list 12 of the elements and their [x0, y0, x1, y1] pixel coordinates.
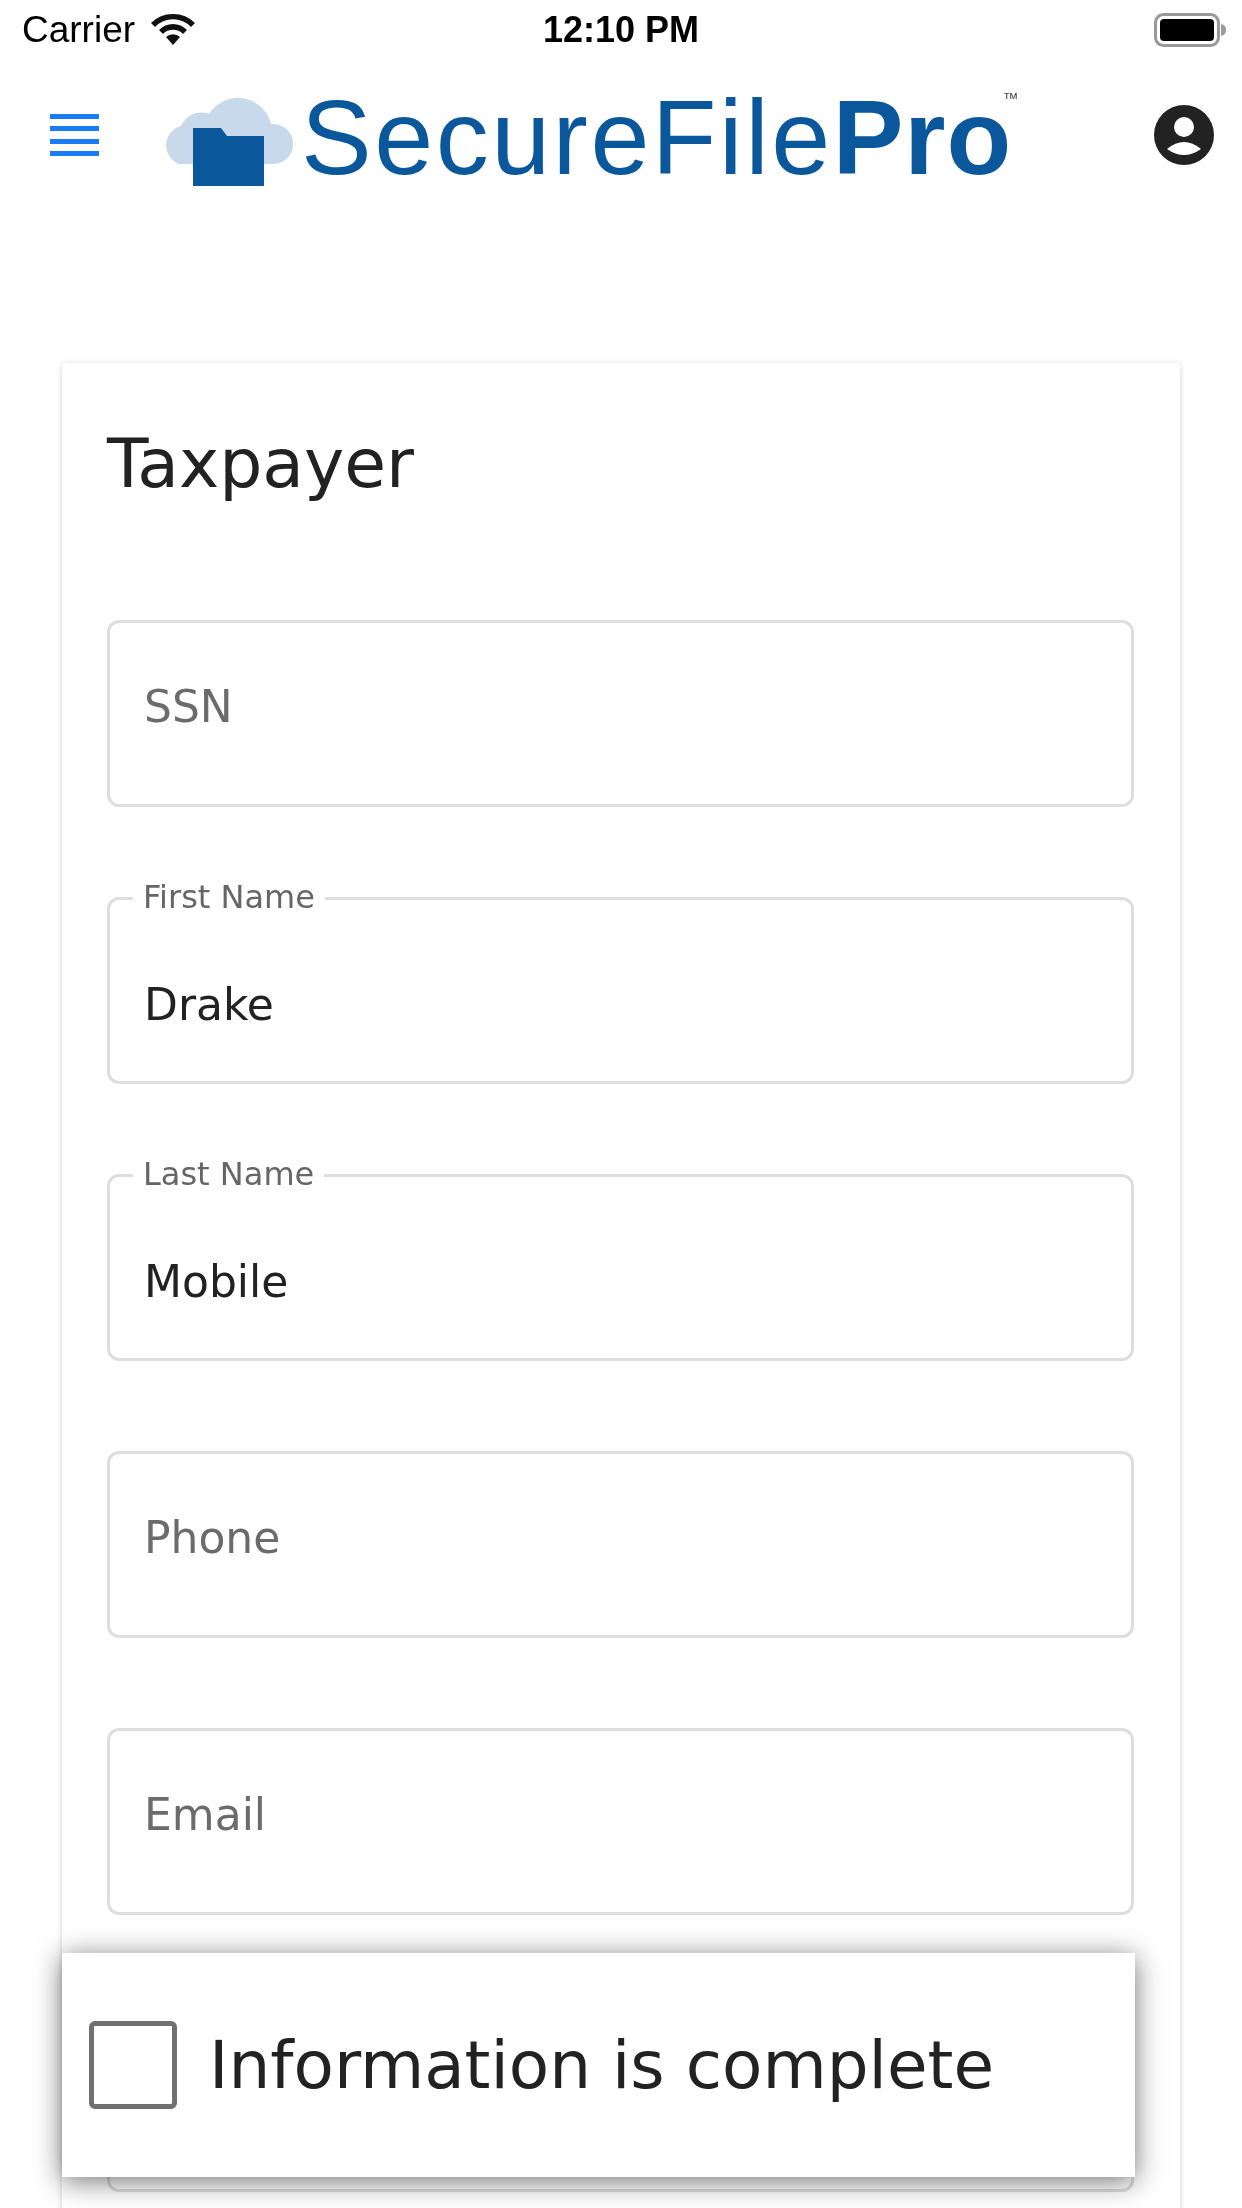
- input-field[interactable]: Phone: [107, 1451, 1134, 1639]
- profile-icon[interactable]: [1154, 105, 1214, 165]
- card-title: Taxpayer: [107, 423, 416, 505]
- carrier-name: Carrier: [22, 9, 136, 51]
- wifi-icon: [151, 14, 196, 46]
- input-field[interactable]: SSN: [107, 620, 1134, 808]
- input-field[interactable]: Email: [107, 1728, 1134, 1916]
- logo-text: SecureFilePro$^{™}$: [301, 84, 1019, 190]
- menu-icon[interactable]: [50, 114, 99, 156]
- status-time: 12:10 PM: [542, 9, 700, 51]
- battery-icon: [1154, 13, 1226, 47]
- checkbox[interactable]: [89, 2021, 177, 2109]
